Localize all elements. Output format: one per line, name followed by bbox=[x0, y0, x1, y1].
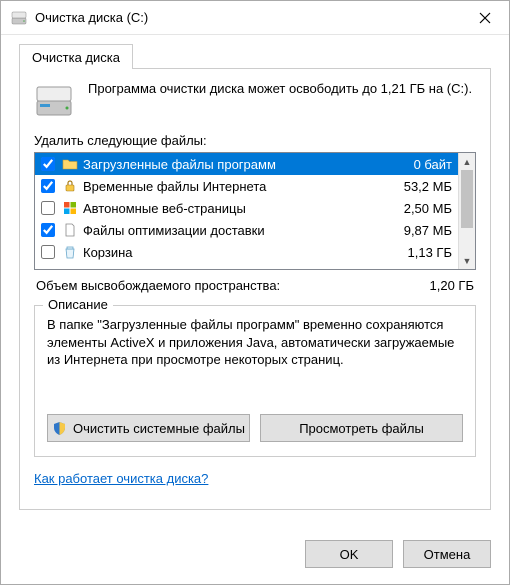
title-bar: Очистка диска (C:) bbox=[1, 1, 509, 35]
scroll-up-button[interactable]: ▲ bbox=[459, 153, 475, 170]
total-label: Объем высвобождаемого пространства: bbox=[36, 278, 280, 293]
item-size: 9,87 МБ bbox=[404, 223, 452, 238]
folder-icon bbox=[62, 156, 78, 172]
how-it-works-link[interactable]: Как работает очистка диска? bbox=[34, 471, 476, 486]
shield-icon bbox=[52, 421, 67, 436]
list-item[interactable]: Временные файлы Интернета 53,2 МБ bbox=[35, 175, 458, 197]
tab-strip: Очистка диска bbox=[19, 43, 491, 68]
item-size: 2,50 МБ bbox=[404, 201, 452, 216]
dialog-footer: OK Отмена bbox=[1, 528, 509, 584]
list-item[interactable]: Загрузленные файлы программ 0 байт bbox=[35, 153, 458, 175]
scroll-thumb[interactable] bbox=[461, 170, 473, 228]
list-item[interactable]: Файлы оптимизации доставки 9,87 МБ bbox=[35, 219, 458, 241]
view-files-button[interactable]: Просмотреть файлы bbox=[260, 414, 463, 442]
view-files-label: Просмотреть файлы bbox=[299, 421, 424, 436]
description-title: Описание bbox=[43, 297, 113, 312]
windows-icon bbox=[62, 200, 78, 216]
clean-system-files-button[interactable]: Очистить системные файлы bbox=[47, 414, 250, 442]
lock-icon bbox=[62, 178, 78, 194]
item-checkbox[interactable] bbox=[41, 201, 55, 215]
ok-label: OK bbox=[340, 547, 359, 562]
window-title: Очистка диска (C:) bbox=[35, 10, 463, 25]
item-name: Корзина bbox=[83, 245, 395, 260]
tab-disk-cleanup[interactable]: Очистка диска bbox=[19, 44, 133, 69]
cancel-button[interactable]: Отмена bbox=[403, 540, 491, 568]
intro-row: Программа очистки диска может освободить… bbox=[34, 81, 476, 121]
item-name: Временные файлы Интернета bbox=[83, 179, 391, 194]
drive-icon bbox=[34, 81, 74, 121]
item-size: 1,13 ГБ bbox=[408, 245, 452, 260]
file-icon bbox=[62, 222, 78, 238]
item-checkbox[interactable] bbox=[41, 157, 55, 171]
total-value: 1,20 ГБ bbox=[430, 278, 474, 293]
list-rows: Загрузленные файлы программ 0 байт Време… bbox=[35, 153, 458, 269]
close-button[interactable] bbox=[463, 1, 507, 34]
intro-text: Программа очистки диска может освободить… bbox=[88, 81, 472, 98]
delete-files-label: Удалить следующие файлы: bbox=[34, 133, 476, 148]
description-text: В папке "Загрузленные файлы программ" вр… bbox=[47, 316, 463, 402]
group-buttons: Очистить системные файлы Просмотреть фай… bbox=[47, 414, 463, 442]
tab-panel: Программа очистки диска может освободить… bbox=[19, 68, 491, 510]
list-scrollbar[interactable]: ▲ ▼ bbox=[458, 153, 475, 269]
files-list: Загрузленные файлы программ 0 байт Време… bbox=[34, 152, 476, 270]
disk-cleanup-dialog: Очистка диска (C:) Очистка диска Програм… bbox=[0, 0, 510, 585]
item-size: 0 байт bbox=[414, 157, 452, 172]
scroll-track[interactable] bbox=[459, 228, 475, 252]
item-name: Файлы оптимизации доставки bbox=[83, 223, 391, 238]
clean-system-files-label: Очистить системные файлы bbox=[73, 421, 245, 436]
item-size: 53,2 МБ bbox=[404, 179, 452, 194]
item-checkbox[interactable] bbox=[41, 179, 55, 193]
list-item[interactable]: Автономные веб-страницы 2,50 МБ bbox=[35, 197, 458, 219]
ok-button[interactable]: OK bbox=[305, 540, 393, 568]
item-name: Автономные веб-страницы bbox=[83, 201, 391, 216]
item-checkbox[interactable] bbox=[41, 223, 55, 237]
dialog-content: Очистка диска Программа очистки диска мо… bbox=[1, 35, 509, 528]
list-item[interactable]: Корзина 1,13 ГБ bbox=[35, 241, 458, 263]
disk-cleanup-icon bbox=[11, 10, 27, 26]
scroll-down-button[interactable]: ▼ bbox=[459, 252, 475, 269]
recycle-bin-icon bbox=[62, 244, 78, 260]
item-checkbox[interactable] bbox=[41, 245, 55, 259]
item-name: Загрузленные файлы программ bbox=[83, 157, 401, 172]
description-group: Описание В папке "Загрузленные файлы про… bbox=[34, 305, 476, 457]
cancel-label: Отмена bbox=[424, 547, 471, 562]
